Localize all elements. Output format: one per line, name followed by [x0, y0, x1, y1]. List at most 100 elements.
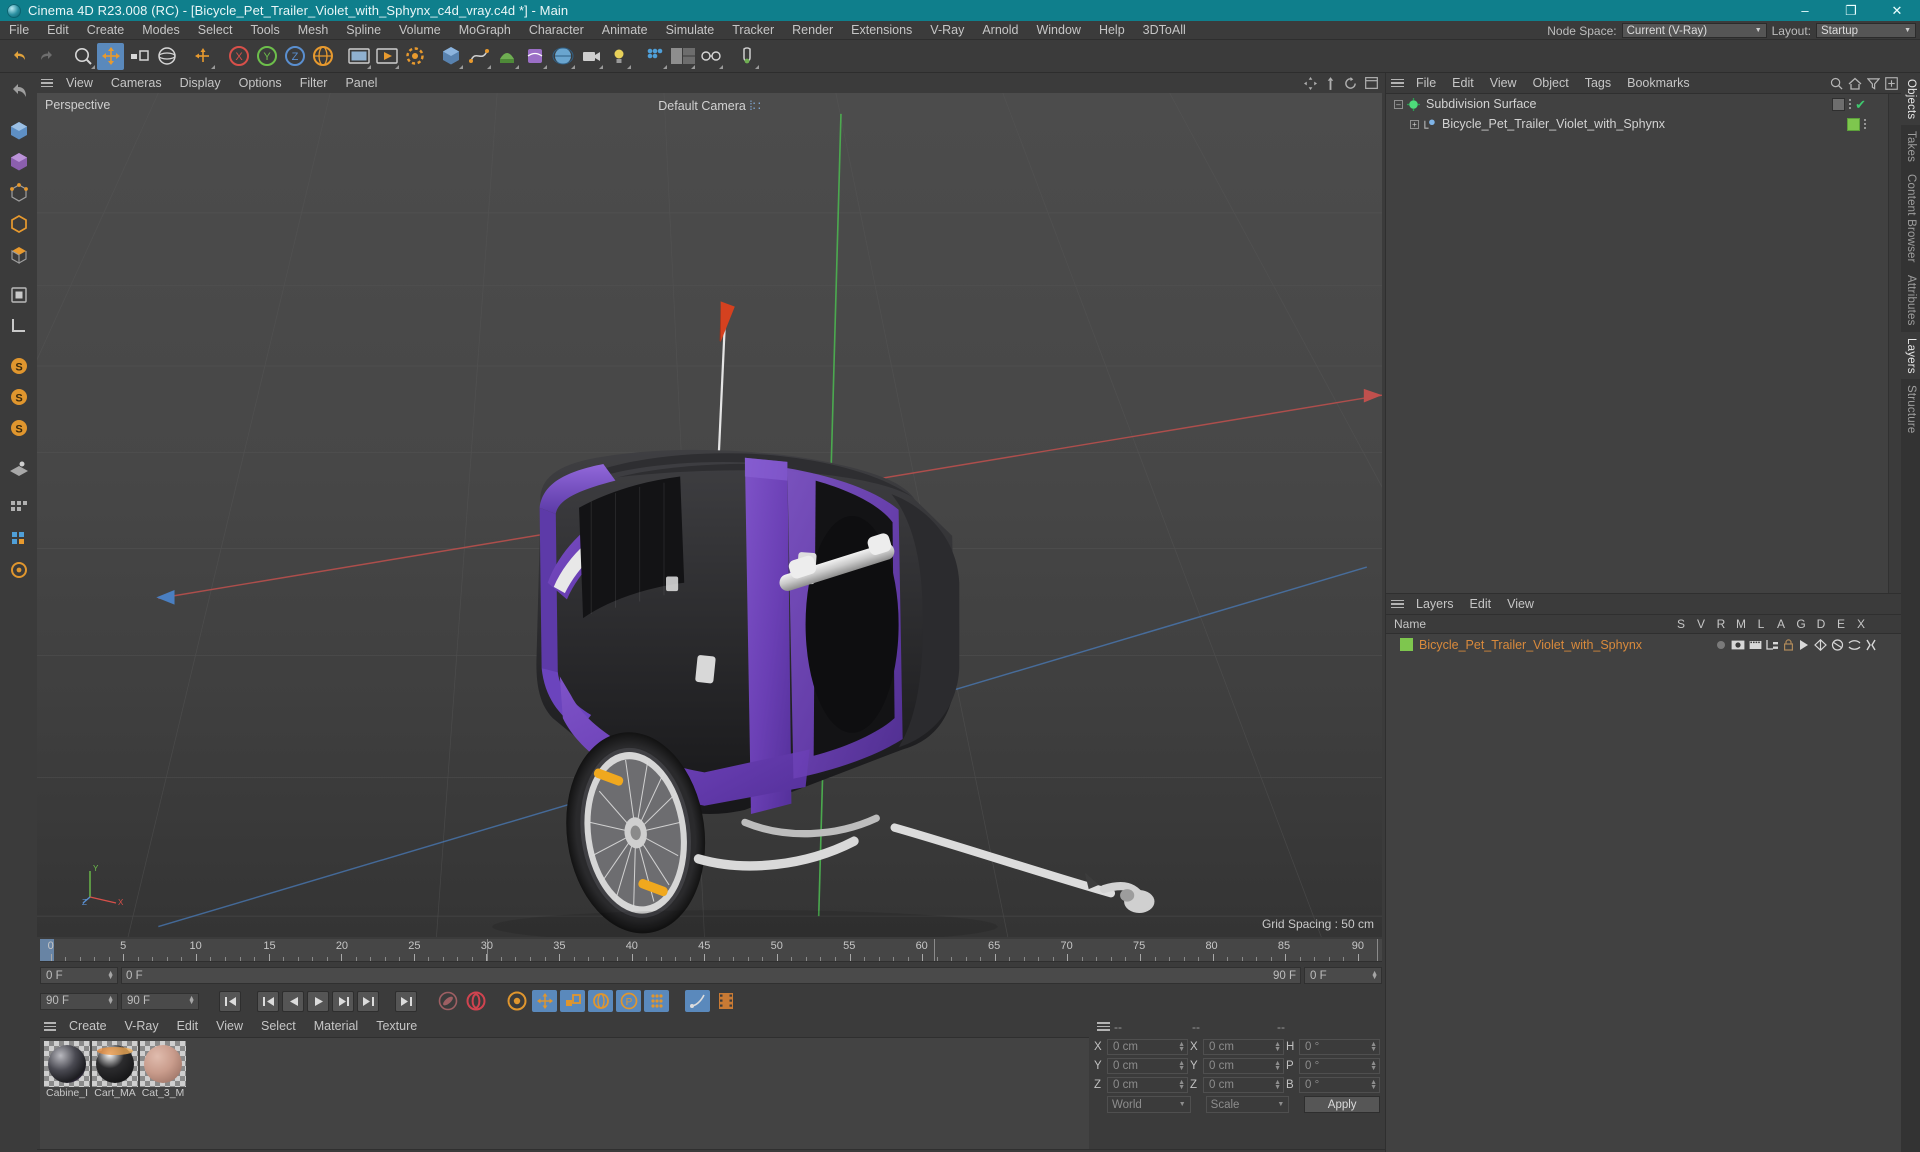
snap-settings-button[interactable] [733, 43, 760, 70]
object-menu-bookmarks[interactable]: Bookmarks [1619, 73, 1698, 94]
tab-objects[interactable]: Objects [1901, 73, 1920, 126]
visible-toggle-icon[interactable] [1731, 639, 1745, 651]
rotation-p-field[interactable]: 0 ° ▲ ▼ [1299, 1058, 1380, 1074]
go-to-start-button[interactable] [219, 990, 241, 1012]
go-to-end-button[interactable] [395, 990, 417, 1012]
add-panel-icon[interactable] [1885, 77, 1898, 90]
step-forward-button[interactable] [332, 990, 354, 1012]
tab-layers[interactable]: Layers [1901, 331, 1920, 380]
coordinates-hamburger-icon[interactable] [1092, 1022, 1114, 1031]
generators-toggle-icon[interactable] [1814, 638, 1827, 651]
tab-attributes[interactable]: Attributes [1901, 269, 1920, 332]
scale-tool-variant-button[interactable]: S [4, 382, 33, 411]
layer-column-v[interactable]: V [1691, 617, 1711, 631]
menu-item-spline[interactable]: Spline [337, 21, 390, 40]
menu-item-edit[interactable]: Edit [38, 21, 78, 40]
expressions-toggle-icon[interactable] [1848, 639, 1861, 651]
material-swatch[interactable]: Cart_MA [92, 1041, 138, 1100]
move-tool-button[interactable] [97, 42, 124, 70]
viewport-options-button[interactable] [4, 555, 33, 584]
layer-menu-layers[interactable]: Layers [1408, 594, 1462, 615]
lock-z-axis-button[interactable]: Z [281, 43, 308, 70]
layer-column-g[interactable]: G [1791, 617, 1811, 631]
menu-item-tools[interactable]: Tools [242, 21, 289, 40]
add-spline-button[interactable] [465, 43, 492, 70]
menu-item-arnold[interactable]: Arnold [973, 21, 1027, 40]
render-region-button[interactable] [373, 43, 400, 70]
manager-toggle-icon[interactable] [1766, 639, 1779, 651]
viewport-3d[interactable]: Perspective Default Camera ⁞∷ Grid Spaci… [37, 93, 1382, 937]
menu-item-tracker[interactable]: Tracker [723, 21, 783, 40]
add-environment-button[interactable] [549, 43, 576, 70]
object-row-bicycle-pet-trailer[interactable]: + Bicycle_Pet_Trailer_Violet_with_Sphynx [1386, 114, 1888, 134]
undo-view-button[interactable] [4, 76, 33, 105]
deformers-toggle-icon[interactable] [1831, 638, 1844, 651]
menu-item-window[interactable]: Window [1027, 21, 1089, 40]
menu-item-help[interactable]: Help [1090, 21, 1134, 40]
object-tree[interactable]: – Subdivision Surface ✔ + Bicycle_Pet_Tr… [1386, 94, 1888, 593]
viewport-menu-cameras[interactable]: Cameras [102, 73, 171, 93]
next-keyframe-button[interactable] [357, 990, 379, 1012]
render-toggle-icon[interactable] [1749, 639, 1762, 651]
layer-menu-edit[interactable]: Edit [1462, 594, 1500, 615]
material-swatch[interactable]: Cat_3_M [140, 1041, 186, 1100]
size-y-field[interactable]: 0 cm ▲ ▼ [1203, 1058, 1284, 1074]
pan-view-icon[interactable] [1304, 76, 1317, 90]
close-button[interactable]: ✕ [1874, 0, 1920, 21]
object-manager-scrollbar[interactable] [1888, 94, 1901, 593]
timeline-range-bar[interactable]: 0 F 90 F [121, 967, 1301, 984]
current-frame-field[interactable]: 0 F ▲ ▼ [40, 967, 118, 984]
scale-tool-button[interactable] [125, 43, 152, 70]
node-space-select[interactable]: Current (V-Ray) ▼ [1621, 23, 1767, 38]
layout-view-button[interactable] [669, 43, 696, 70]
material-menu-create[interactable]: Create [60, 1016, 116, 1037]
render-view-button[interactable] [345, 43, 372, 70]
layer-color-swatch[interactable] [1400, 638, 1413, 651]
rotate-tool-button[interactable] [153, 43, 180, 70]
menu-item-select[interactable]: Select [189, 21, 242, 40]
object-menu-tags[interactable]: Tags [1577, 73, 1619, 94]
previous-keyframe-button[interactable] [257, 990, 279, 1012]
visibility-check-icon[interactable]: ✔ [1855, 98, 1866, 111]
add-light-button[interactable] [605, 43, 632, 70]
coordinate-mode-select[interactable]: Scale ▼ [1205, 1096, 1290, 1113]
position-x-field[interactable]: 0 cm ▲ ▼ [1107, 1039, 1188, 1055]
animation-layers-button[interactable] [685, 990, 710, 1012]
viewport-menu-options[interactable]: Options [230, 73, 291, 93]
lock-x-axis-button[interactable]: X [225, 43, 252, 70]
model-mode-button[interactable] [4, 116, 33, 145]
keyframe-settings-button[interactable] [504, 990, 529, 1012]
add-camera-button[interactable] [577, 43, 604, 70]
xref-toggle-icon[interactable] [1865, 639, 1877, 651]
layer-column-a[interactable]: A [1771, 617, 1791, 631]
workplane-button[interactable] [4, 453, 33, 482]
zoom-view-icon[interactable] [1325, 76, 1336, 90]
grid-snap-button[interactable] [697, 43, 724, 70]
viewport-menu-panel[interactable]: Panel [336, 73, 386, 93]
enable-axis-button[interactable] [4, 280, 33, 309]
key-pla-button[interactable] [644, 990, 669, 1012]
mograph-tools-button[interactable] [641, 43, 668, 70]
polygons-mode-button[interactable] [4, 240, 33, 269]
layer-column-l[interactable]: L [1751, 617, 1771, 631]
object-menu-edit[interactable]: Edit [1444, 73, 1482, 94]
lock-y-axis-button[interactable]: Y [253, 43, 280, 70]
apply-button[interactable]: Apply [1304, 1096, 1381, 1113]
viewport-filter-button[interactable] [4, 493, 33, 522]
menu-item-extensions[interactable]: Extensions [842, 21, 921, 40]
menu-item-3dtoall[interactable]: 3DToAll [1134, 21, 1195, 40]
undo-button[interactable] [5, 43, 32, 70]
points-mode-button[interactable] [4, 178, 33, 207]
layer-hamburger-icon[interactable] [1386, 599, 1408, 609]
home-icon[interactable] [1848, 77, 1862, 90]
layer-column-d[interactable]: D [1811, 617, 1831, 631]
tab-takes[interactable]: Takes [1901, 125, 1920, 168]
play-button[interactable] [307, 990, 329, 1012]
object-menu-object[interactable]: Object [1525, 73, 1577, 94]
size-x-field[interactable]: 0 cm ▲ ▼ [1203, 1039, 1284, 1055]
rotate-view-icon[interactable] [1344, 76, 1357, 90]
layer-list[interactable]: Bicycle_Pet_Trailer_Violet_with_Sphynx [1386, 634, 1901, 1152]
object-hamburger-icon[interactable] [1386, 78, 1408, 88]
viewport-menu-display[interactable]: Display [171, 73, 230, 93]
edges-mode-button[interactable] [4, 209, 33, 238]
